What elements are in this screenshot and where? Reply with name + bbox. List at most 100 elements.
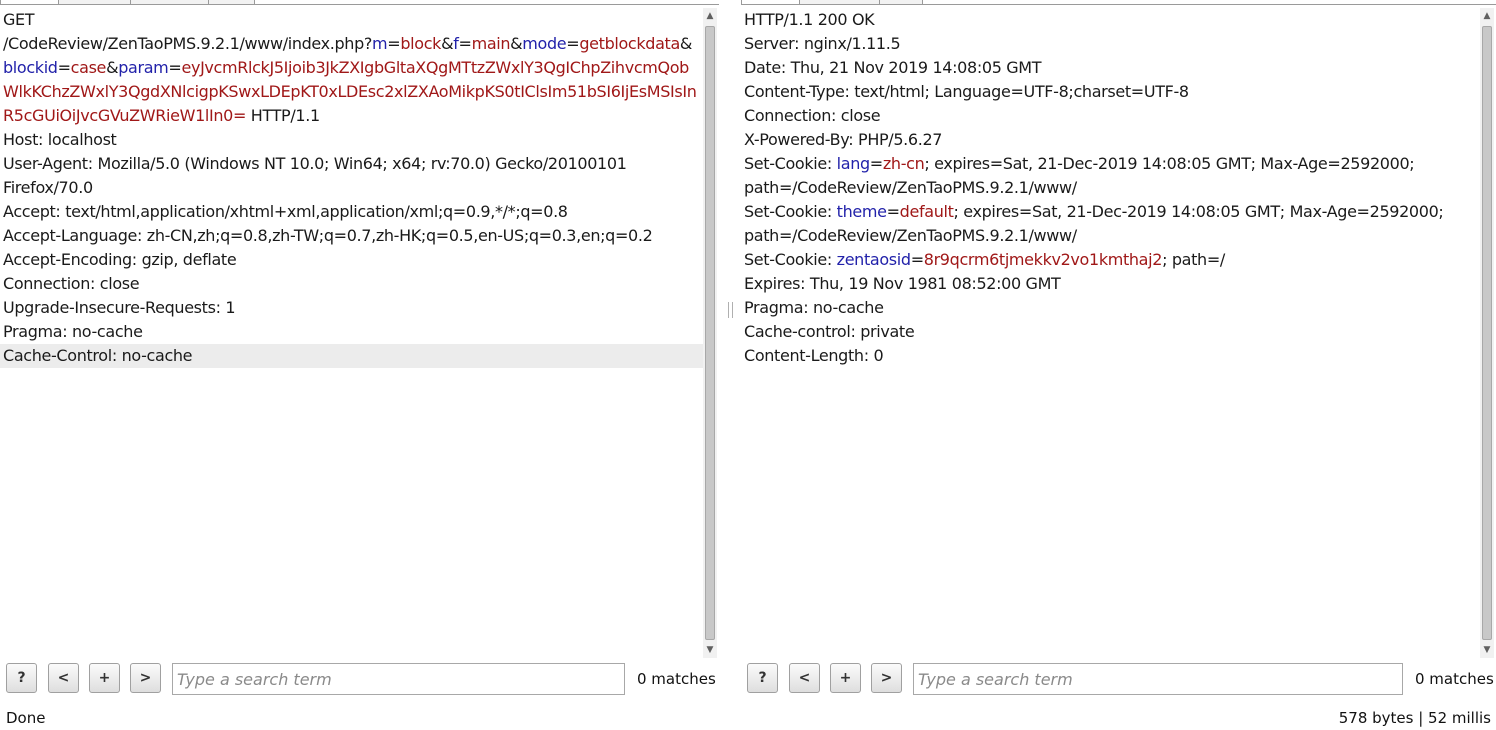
next-match-button[interactable]: > — [130, 663, 161, 693]
line-text: ; expires=Sat, 21-Dec-2019 14:08:05 GMT;… — [924, 154, 1415, 173]
response-pane: HTTP/1.1 200 OK Server: nginx/1.11.5 Date:… — [741, 0, 1496, 700]
param-name: param — [118, 58, 169, 77]
response-editor[interactable]: HTTP/1.1 200 OK Server: nginx/1.11.5 Date:… — [741, 8, 1478, 658]
request-editor[interactable]: GET/CodeReview/ZenTaoPMS.9.2.1/www/index… — [0, 8, 703, 658]
param-value: WlkKChzZWxlY3QgdXNlcigpKSwxLDEpKT0xLDEsc… — [3, 82, 697, 101]
response-line: path=/CodeReview/ZenTaoPMS.9.2.1/www/ — [741, 176, 1478, 200]
line-text: = — [458, 34, 472, 53]
response-line: path=/CodeReview/ZenTaoPMS.9.2.1/www/ — [741, 224, 1478, 248]
response-match-count: 0 matches — [1415, 670, 1494, 688]
line-text: = — [387, 34, 401, 53]
status-bar: Done 578 bytes | 52 millis — [0, 706, 1496, 728]
add-search-button[interactable]: + — [89, 663, 120, 693]
line-text: HTTP/1.1 200 OK — [744, 10, 875, 29]
help-button[interactable]: ? — [6, 663, 37, 693]
line-text: Host: localhost — [3, 130, 117, 149]
line-text: GET — [3, 10, 35, 29]
param-name: theme — [836, 202, 887, 221]
line-text: path=/CodeReview/ZenTaoPMS.9.2.1/www/ — [744, 178, 1077, 197]
request-line: GET — [0, 8, 703, 32]
request-search-input[interactable] — [172, 663, 625, 695]
request-line: R5cGUiOiJvcGVuZWRieW1lIn0= HTTP/1.1 — [0, 104, 703, 128]
line-text: Pragma: no-cache — [3, 322, 143, 341]
request-line: Host: localhost — [0, 128, 703, 152]
param-value: getblockdata — [579, 34, 680, 53]
response-line: Date: Thu, 21 Nov 2019 14:08:05 GMT — [741, 56, 1478, 80]
scroll-down-icon[interactable]: ▼ — [703, 642, 717, 658]
line-text: Cache-Control: no-cache — [3, 346, 193, 365]
splitter-grip-icon[interactable] — [728, 302, 733, 318]
line-text: = — [566, 34, 580, 53]
response-line: HTTP/1.1 200 OK — [741, 8, 1478, 32]
response-line: Server: nginx/1.11.5 — [741, 32, 1478, 56]
request-line: /CodeReview/ZenTaoPMS.9.2.1/www/index.ph… — [0, 32, 703, 56]
line-text: Firefox/70.0 — [3, 178, 93, 197]
param-name: lang — [836, 154, 871, 173]
line-text: HTTP/1.1 — [246, 106, 320, 125]
response-line: Set-Cookie: zentaosid=8r9qcrm6tjmekkv2vo… — [741, 248, 1478, 272]
line-text: Connection: close — [3, 274, 140, 293]
request-line: Upgrade-Insecure-Requests: 1 — [0, 296, 703, 320]
response-search-bar: ? < + > 0 matches — [741, 658, 1496, 700]
line-text: User-Agent: Mozilla/5.0 (Windows NT 10.0… — [3, 154, 627, 173]
param-value: eyJvcmRlckJ5Ijoib3JkZXIgbGltaXQgMTtzZWxl… — [181, 58, 689, 77]
response-line: Cache-control: private — [741, 320, 1478, 344]
line-text: Accept-Language: zh-CN,zh;q=0.8,zh-TW;q=… — [3, 226, 653, 245]
response-line: Set-Cookie: theme=default; expires=Sat, … — [741, 200, 1478, 224]
line-text: X-Powered-By: PHP/5.6.27 — [744, 130, 943, 149]
request-match-count: 0 matches — [637, 670, 716, 688]
request-line: Pragma: no-cache — [0, 320, 703, 344]
request-line: Connection: close — [0, 272, 703, 296]
param-value: case — [70, 58, 107, 77]
param-value: default — [899, 202, 954, 221]
param-value: main — [471, 34, 511, 53]
help-button[interactable]: ? — [747, 663, 778, 693]
line-text: Set-Cookie: — [744, 154, 837, 173]
scroll-thumb[interactable] — [705, 26, 715, 640]
request-scrollbar[interactable]: ▲ ▼ — [703, 8, 717, 658]
line-text: Set-Cookie: — [744, 250, 837, 269]
request-line: Accept-Encoding: gzip, deflate — [0, 248, 703, 272]
request-tabstrip — [0, 0, 719, 6]
line-text: & — [510, 34, 523, 53]
pane-splitter[interactable] — [719, 0, 741, 700]
line-text: & — [106, 58, 119, 77]
next-match-button[interactable]: > — [871, 663, 902, 693]
request-line: Cache-Control: no-cache — [0, 344, 703, 368]
line-text: Content-Length: 0 — [744, 346, 884, 365]
param-name: blockid — [3, 58, 58, 77]
response-line: Connection: close — [741, 104, 1478, 128]
request-line: Accept-Language: zh-CN,zh;q=0.8,zh-TW;q=… — [0, 224, 703, 248]
response-line: Set-Cookie: lang=zh-cn; expires=Sat, 21-… — [741, 152, 1478, 176]
response-scrollbar[interactable]: ▲ ▼ — [1480, 8, 1494, 658]
status-text: Done — [6, 709, 46, 727]
response-size-time: 578 bytes | 52 millis — [1338, 709, 1491, 727]
line-text: = — [869, 154, 883, 173]
line-text: ; expires=Sat, 21-Dec-2019 14:08:05 GMT;… — [953, 202, 1444, 221]
line-text: Accept-Encoding: gzip, deflate — [3, 250, 237, 269]
previous-match-button[interactable]: < — [48, 663, 79, 693]
request-line: User-Agent: Mozilla/5.0 (Windows NT 10.0… — [0, 152, 703, 176]
previous-match-button[interactable]: < — [789, 663, 820, 693]
line-text: Expires: Thu, 19 Nov 1981 08:52:00 GMT — [744, 274, 1061, 293]
line-text: /CodeReview/ZenTaoPMS.9.2.1/www/index.ph… — [3, 34, 373, 53]
request-line: Accept: text/html,application/xhtml+xml,… — [0, 200, 703, 224]
response-search-input[interactable] — [913, 663, 1403, 695]
line-text: Date: Thu, 21 Nov 2019 14:08:05 GMT — [744, 58, 1042, 77]
line-text: & — [679, 34, 693, 53]
request-pane: GET/CodeReview/ZenTaoPMS.9.2.1/www/index… — [0, 0, 719, 700]
param-name: m — [372, 34, 388, 53]
scroll-down-icon[interactable]: ▼ — [1480, 642, 1494, 658]
line-text: ; path=/ — [1162, 250, 1225, 269]
scroll-thumb[interactable] — [1482, 26, 1492, 640]
request-search-bar: ? < + > 0 matches — [0, 658, 719, 700]
scroll-up-icon[interactable]: ▲ — [703, 8, 717, 24]
line-text: Server: nginx/1.11.5 — [744, 34, 901, 53]
response-line: Pragma: no-cache — [741, 296, 1478, 320]
scroll-up-icon[interactable]: ▲ — [1480, 8, 1494, 24]
line-text: Content-Type: text/html; Language=UTF-8;… — [744, 82, 1189, 101]
line-text: = — [910, 250, 924, 269]
response-line: Expires: Thu, 19 Nov 1981 08:52:00 GMT — [741, 272, 1478, 296]
request-line: blockid=case&param=eyJvcmRlckJ5Ijoib3JkZ… — [0, 56, 703, 80]
add-search-button[interactable]: + — [830, 663, 861, 693]
